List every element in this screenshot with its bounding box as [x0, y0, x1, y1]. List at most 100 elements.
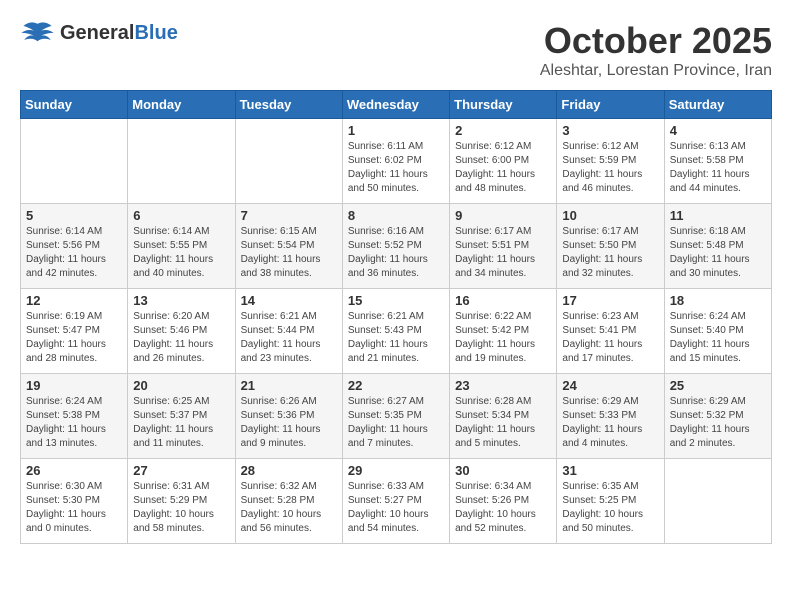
day-info: Sunrise: 6:18 AM Sunset: 5:48 PM Dayligh… [670, 225, 766, 281]
calendar-day: 12 Sunrise: 6:19 AM Sunset: 5:47 PM Dayli… [21, 289, 128, 374]
day-number: 25 [670, 378, 766, 393]
day-info: Sunrise: 6:24 AM Sunset: 5:40 PM Dayligh… [670, 310, 766, 366]
calendar-day [21, 119, 128, 204]
day-info: Sunrise: 6:17 AM Sunset: 5:50 PM Dayligh… [562, 225, 658, 281]
calendar-week-4: 19Sunrise: 6:24 AM Sunset: 5:38 PM Dayli… [21, 374, 772, 459]
day-info: Sunrise: 6:32 AM Sunset: 5:28 PM Dayligh… [241, 480, 337, 536]
day-info: Sunrise: 6:11 AM Sunset: 6:02 PM Dayligh… [348, 140, 444, 196]
weekday-header-sunday: Sunday [21, 91, 128, 119]
calendar-day: 27 Sunrise: 6:31 AM Sunset: 5:29 PM Dayli… [128, 459, 235, 544]
day-number: 15 [348, 293, 444, 308]
day-info: Sunrise: 6:30 AM Sunset: 5:30 PM Dayligh… [26, 480, 122, 536]
day-info: Sunrise: 6:21 AM Sunset: 5:43 PM Dayligh… [348, 310, 444, 366]
day-number: 31 [562, 463, 658, 478]
day-info: Sunrise: 6:31 AM Sunset: 5:29 PM Dayligh… [133, 480, 229, 536]
weekday-header-thursday: Thursday [450, 91, 557, 119]
day-number: 29 [348, 463, 444, 478]
day-number: 14 [241, 293, 337, 308]
day-number: 26 [26, 463, 122, 478]
calendar-day: 3Sunrise: 6:12 AM Sunset: 5:59 PM Daylig… [557, 119, 664, 204]
day-info: Sunrise: 6:35 AM Sunset: 5:25 PM Dayligh… [562, 480, 658, 536]
day-number: 1 [348, 123, 444, 138]
title-block: October 2025 Aleshtar, Lorestan Province… [540, 20, 772, 80]
day-number: 3 [562, 123, 658, 138]
day-number: 4 [670, 123, 766, 138]
day-info: Sunrise: 6:16 AM Sunset: 5:52 PM Dayligh… [348, 225, 444, 281]
day-number: 2 [455, 123, 551, 138]
day-info: Sunrise: 6:21 AM Sunset: 5:44 PM Dayligh… [241, 310, 337, 366]
day-number: 17 [562, 293, 658, 308]
calendar-day: 5Sunrise: 6:14 AM Sunset: 5:56 PM Daylig… [21, 204, 128, 289]
weekday-header-monday: Monday [128, 91, 235, 119]
day-number: 11 [670, 208, 766, 223]
day-number: 18 [670, 293, 766, 308]
day-info: Sunrise: 6:29 AM Sunset: 5:33 PM Dayligh… [562, 395, 658, 451]
calendar-day: 31 Sunrise: 6:35 AM Sunset: 5:25 PM Dayli… [557, 459, 664, 544]
day-number: 9 [455, 208, 551, 223]
day-info: Sunrise: 6:13 AM Sunset: 5:58 PM Dayligh… [670, 140, 766, 196]
calendar-week-3: 12 Sunrise: 6:19 AM Sunset: 5:47 PM Dayli… [21, 289, 772, 374]
location-title: Aleshtar, Lorestan Province, Iran [540, 62, 772, 80]
calendar-day: 2Sunrise: 6:12 AM Sunset: 6:00 PM Daylig… [450, 119, 557, 204]
day-number: 22 [348, 378, 444, 393]
day-number: 30 [455, 463, 551, 478]
day-number: 19 [26, 378, 122, 393]
day-info: Sunrise: 6:17 AM Sunset: 5:51 PM Dayligh… [455, 225, 551, 281]
calendar-day: 9 Sunrise: 6:17 AM Sunset: 5:51 PM Daylig… [450, 204, 557, 289]
day-number: 16 [455, 293, 551, 308]
calendar-week-5: 26 Sunrise: 6:30 AM Sunset: 5:30 PM Dayli… [21, 459, 772, 544]
calendar-day: 4 Sunrise: 6:13 AM Sunset: 5:58 PM Daylig… [664, 119, 771, 204]
day-info: Sunrise: 6:15 AM Sunset: 5:54 PM Dayligh… [241, 225, 337, 281]
calendar-day: 20Sunrise: 6:25 AM Sunset: 5:37 PM Dayli… [128, 374, 235, 459]
day-number: 27 [133, 463, 229, 478]
day-number: 28 [241, 463, 337, 478]
calendar-day [128, 119, 235, 204]
weekday-header-tuesday: Tuesday [235, 91, 342, 119]
day-number: 13 [133, 293, 229, 308]
day-number: 6 [133, 208, 229, 223]
calendar-day: 29Sunrise: 6:33 AM Sunset: 5:27 PM Dayli… [342, 459, 449, 544]
day-info: Sunrise: 6:20 AM Sunset: 5:46 PM Dayligh… [133, 310, 229, 366]
day-info: Sunrise: 6:29 AM Sunset: 5:32 PM Dayligh… [670, 395, 766, 451]
weekday-header-row: SundayMondayTuesdayWednesdayThursdayFrid… [21, 91, 772, 119]
calendar-day: 1 Sunrise: 6:11 AM Sunset: 6:02 PM Daylig… [342, 119, 449, 204]
day-info: Sunrise: 6:14 AM Sunset: 5:56 PM Dayligh… [26, 225, 122, 281]
calendar-day [664, 459, 771, 544]
day-number: 24 [562, 378, 658, 393]
calendar-week-2: 5Sunrise: 6:14 AM Sunset: 5:56 PM Daylig… [21, 204, 772, 289]
calendar-week-1: 1 Sunrise: 6:11 AM Sunset: 6:02 PM Daylig… [21, 119, 772, 204]
weekday-header-wednesday: Wednesday [342, 91, 449, 119]
month-title: October 2025 [540, 20, 772, 62]
day-info: Sunrise: 6:23 AM Sunset: 5:41 PM Dayligh… [562, 310, 658, 366]
calendar-day: 26 Sunrise: 6:30 AM Sunset: 5:30 PM Dayli… [21, 459, 128, 544]
day-number: 23 [455, 378, 551, 393]
day-number: 12 [26, 293, 122, 308]
calendar-day: 28 Sunrise: 6:32 AM Sunset: 5:28 PM Dayli… [235, 459, 342, 544]
calendar-day [235, 119, 342, 204]
calendar-day: 18 Sunrise: 6:24 AM Sunset: 5:40 PM Dayli… [664, 289, 771, 374]
day-number: 20 [133, 378, 229, 393]
day-info: Sunrise: 6:19 AM Sunset: 5:47 PM Dayligh… [26, 310, 122, 366]
calendar-day: 8Sunrise: 6:16 AM Sunset: 5:52 PM Daylig… [342, 204, 449, 289]
calendar-day: 14 Sunrise: 6:21 AM Sunset: 5:44 PM Dayli… [235, 289, 342, 374]
logo-icon [20, 20, 55, 45]
day-info: Sunrise: 6:14 AM Sunset: 5:55 PM Dayligh… [133, 225, 229, 281]
calendar-day: 6 Sunrise: 6:14 AM Sunset: 5:55 PM Daylig… [128, 204, 235, 289]
page-header: GeneralBlue October 2025 Aleshtar, Lores… [20, 20, 772, 80]
calendar-day: 21 Sunrise: 6:26 AM Sunset: 5:36 PM Dayli… [235, 374, 342, 459]
calendar-day: 15 Sunrise: 6:21 AM Sunset: 5:43 PM Dayli… [342, 289, 449, 374]
calendar-day: 30Sunrise: 6:34 AM Sunset: 5:26 PM Dayli… [450, 459, 557, 544]
calendar-day: 7 Sunrise: 6:15 AM Sunset: 5:54 PM Daylig… [235, 204, 342, 289]
calendar-day: 13 Sunrise: 6:20 AM Sunset: 5:46 PM Dayli… [128, 289, 235, 374]
calendar-day: 19Sunrise: 6:24 AM Sunset: 5:38 PM Dayli… [21, 374, 128, 459]
weekday-header-friday: Friday [557, 91, 664, 119]
day-number: 21 [241, 378, 337, 393]
calendar-day: 25 Sunrise: 6:29 AM Sunset: 5:32 PM Dayli… [664, 374, 771, 459]
calendar-table: SundayMondayTuesdayWednesdayThursdayFrid… [20, 90, 772, 544]
calendar-day: 11 Sunrise: 6:18 AM Sunset: 5:48 PM Dayli… [664, 204, 771, 289]
day-info: Sunrise: 6:26 AM Sunset: 5:36 PM Dayligh… [241, 395, 337, 451]
day-number: 7 [241, 208, 337, 223]
logo-text: GeneralBlue [60, 22, 178, 44]
day-info: Sunrise: 6:22 AM Sunset: 5:42 PM Dayligh… [455, 310, 551, 366]
calendar-day: 23Sunrise: 6:28 AM Sunset: 5:34 PM Dayli… [450, 374, 557, 459]
